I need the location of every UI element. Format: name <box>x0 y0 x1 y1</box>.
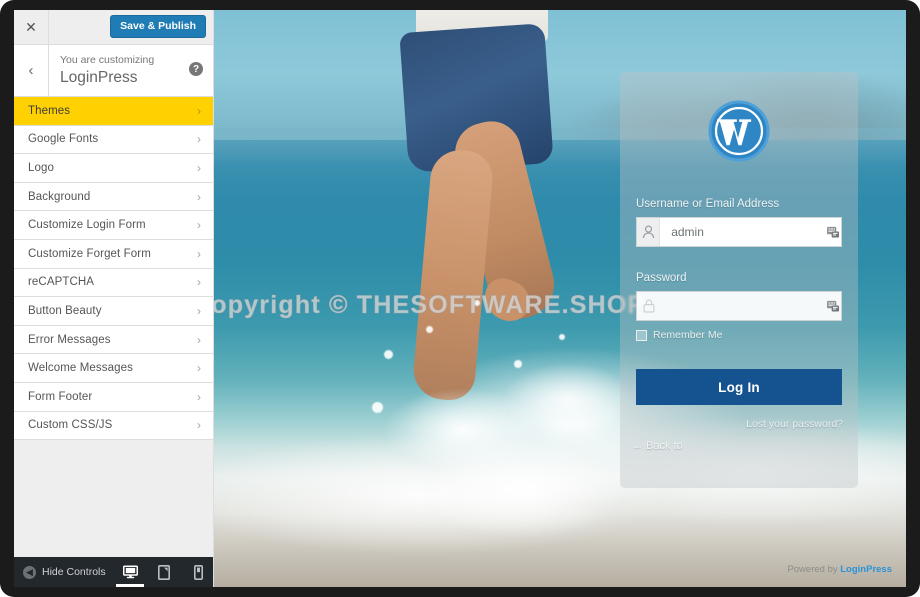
chevron-right-icon: › <box>197 332 201 347</box>
save-and-publish-button[interactable]: Save & Publish <box>110 15 206 38</box>
sidebar-item-background[interactable]: Background › <box>14 182 213 212</box>
chevron-right-icon: › <box>197 218 201 233</box>
sidebar-item-logo[interactable]: Logo › <box>14 154 213 183</box>
customizer-screen: ✕ Save & Publish ‹ You are customizing L… <box>14 10 906 587</box>
wordpress-logo-icon <box>708 100 770 162</box>
hide-controls-button[interactable]: ◀ Hide Controls <box>23 565 106 579</box>
username-label: Username or Email Address <box>636 198 780 210</box>
lock-icon <box>637 292 660 320</box>
sidebar-item-label: Button Beauty <box>28 304 102 317</box>
sidebar-item-google-fonts[interactable]: Google Fonts › <box>14 125 213 155</box>
sidebar-item-welcome-messages[interactable]: Welcome Messages › <box>14 354 213 383</box>
customizer-menu: Themes › Google Fonts › Logo › Background › Cust… <box>14 97 213 441</box>
collapse-left-icon: ◀ <box>23 565 36 579</box>
sidebar-item-button-beauty[interactable]: Button Beauty › <box>14 297 213 326</box>
browser-window-frame: ✕ Save & Publish ‹ You are customizing L… <box>0 0 920 597</box>
remember-me-label: Remember Me <box>653 329 723 341</box>
hide-controls-label: Hide Controls <box>42 566 106 578</box>
droplet <box>514 360 522 368</box>
mobile-icon[interactable] <box>188 557 208 587</box>
sidebar-item-label: Background <box>28 190 91 203</box>
chevron-right-icon: › <box>197 189 201 204</box>
chevron-right-icon: › <box>197 389 201 404</box>
sidebar-item-label: Customize Login Form <box>28 219 146 232</box>
close-icon[interactable]: ✕ <box>14 10 49 44</box>
autofill-icon[interactable] <box>826 292 841 320</box>
device-preview-group <box>116 557 208 587</box>
sidebar-item-label: Error Messages <box>28 333 111 346</box>
sidebar-item-label: Logo <box>28 161 54 174</box>
sidebar-item-label: reCAPTCHA <box>28 276 95 289</box>
droplet <box>426 326 433 333</box>
page-title: LoginPress <box>60 69 138 86</box>
droplet <box>384 350 393 359</box>
sidebar-item-customize-login-form[interactable]: Customize Login Form › <box>14 211 213 240</box>
sidebar-item-label: Custom CSS/JS <box>28 419 113 432</box>
chevron-right-icon: › <box>197 275 201 290</box>
chevron-right-icon: › <box>197 303 201 318</box>
tablet-icon[interactable] <box>154 557 174 587</box>
powered-by-prefix: Powered by <box>787 564 841 575</box>
sidebar-item-customize-forget-form[interactable]: Customize Forget Form › <box>14 239 213 269</box>
sidebar-empty-space <box>14 456 213 557</box>
username-input[interactable] <box>660 225 827 239</box>
remember-me-row[interactable]: Remember Me <box>636 329 722 341</box>
log-in-button[interactable]: Log In <box>636 369 842 405</box>
login-form-panel: Username or Email Address admin Password… <box>620 72 858 488</box>
loginpress-brand-link[interactable]: LoginPress <box>840 564 892 575</box>
chevron-right-icon: › <box>197 160 201 175</box>
remember-me-checkbox[interactable] <box>636 329 647 341</box>
sidebar-item-label: Themes <box>28 104 71 117</box>
sidebar-item-label: Customize Forget Form <box>28 247 151 260</box>
customizer-topbar: ✕ Save & Publish <box>14 10 213 45</box>
customizer-sidebar: ✕ Save & Publish ‹ You are customizing L… <box>14 10 214 587</box>
droplet <box>474 300 480 306</box>
customizing-eyebrow: You are customizing <box>60 54 155 66</box>
chevron-right-icon: › <box>197 361 201 376</box>
sidebar-item-label: Welcome Messages <box>28 362 133 375</box>
username-field-row[interactable] <box>636 217 842 247</box>
powered-by-text: Powered by LoginPress <box>787 564 892 575</box>
sidebar-item-form-footer[interactable]: Form Footer › <box>14 382 213 412</box>
customizer-footer: ◀ Hide Controls <box>14 557 213 587</box>
customizer-title-group: You are customizing LoginPress <box>60 53 154 89</box>
droplet <box>559 334 565 340</box>
user-icon <box>637 218 661 246</box>
chevron-right-icon: › <box>197 418 201 433</box>
sidebar-item-label: Form Footer <box>28 390 93 403</box>
password-input[interactable] <box>660 299 827 313</box>
customizer-header: ‹ You are customizing LoginPress ? <box>14 45 213 97</box>
chevron-right-icon: › <box>197 246 201 261</box>
autofill-icon[interactable] <box>826 218 841 246</box>
help-icon[interactable]: ? <box>189 62 203 76</box>
chevron-left-icon[interactable]: ‹ <box>14 45 49 96</box>
password-label: Password <box>636 272 687 284</box>
droplet <box>372 402 383 413</box>
sidebar-item-recaptcha[interactable]: reCAPTCHA › <box>14 268 213 298</box>
password-field-row[interactable] <box>636 291 842 321</box>
login-page-preview: Copyright © THESOFTWARE.SHOP Username or… <box>214 10 906 587</box>
chevron-right-icon: › <box>197 103 201 118</box>
sidebar-item-themes[interactable]: Themes › <box>14 97 213 126</box>
desktop-icon[interactable] <box>116 557 144 587</box>
back-to-link[interactable]: ← Back to <box>632 440 683 452</box>
sidebar-item-label: Google Fonts <box>28 133 99 146</box>
lost-password-link[interactable]: Lost your password? <box>746 418 843 430</box>
sidebar-item-error-messages[interactable]: Error Messages › <box>14 325 213 355</box>
sidebar-item-custom-css-js[interactable]: Custom CSS/JS › <box>14 411 213 441</box>
chevron-right-icon: › <box>197 132 201 147</box>
